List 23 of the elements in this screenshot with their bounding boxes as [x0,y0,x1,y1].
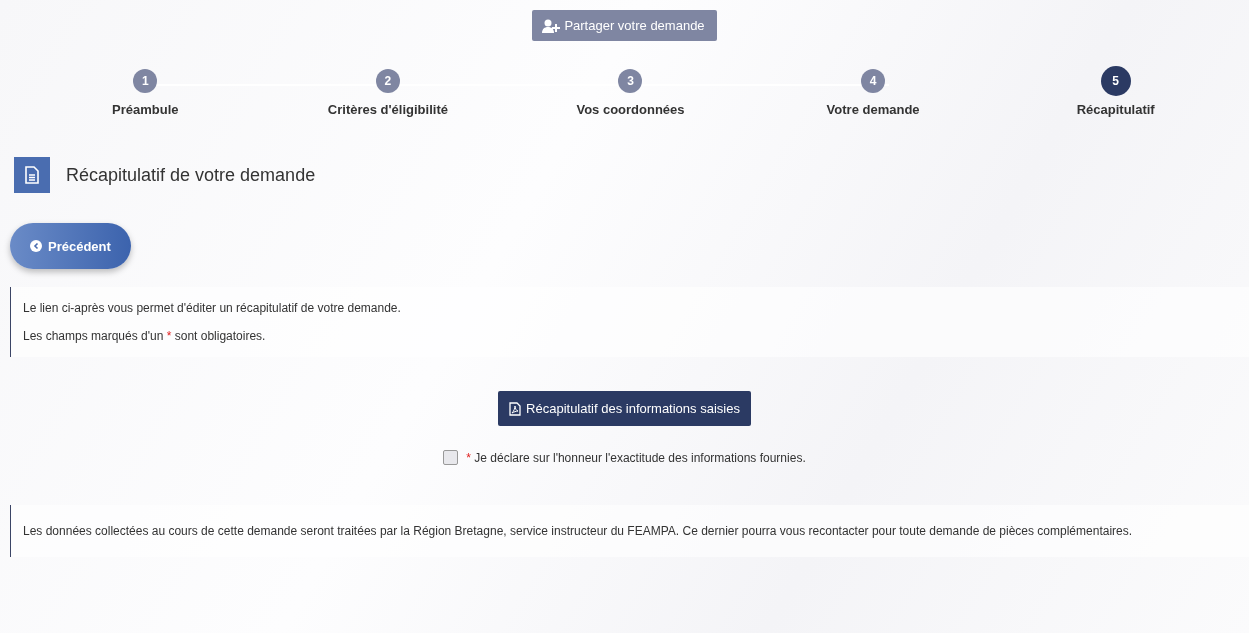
previous-button[interactable]: Précédent [10,223,131,269]
step-number[interactable]: 5 [1100,66,1131,96]
step-label: Votre demande [826,102,920,117]
step-number[interactable]: 3 [618,69,643,93]
step-label: Récapitulatif [1076,102,1155,117]
step-label: Vos coordonnées [576,102,685,117]
declaration-checkbox[interactable] [443,450,459,465]
declaration-label: * Je déclare sur l'honneur l'exactitude des informations fournies. [466,450,806,465]
step-label: Critères d'éligibilité [327,102,448,117]
share-button[interactable]: Partager votre demande [532,10,717,41]
add-user-icon [542,18,561,33]
summary-pdf-button[interactable]: Récapitulatif des informations saisies [498,391,751,426]
step-number[interactable]: 2 [375,69,400,93]
pdf-file-icon [509,401,522,416]
step-number[interactable]: 4 [861,69,886,93]
back-circle-icon [30,240,42,252]
step-number[interactable]: 1 [133,69,158,93]
info-text: Le lien ci-après vous permet d'éditer un récapitulatif de votre demande. [23,301,402,315]
required-fields-note: Les champs marqués d'un * sont obligatoires. [23,329,267,343]
notice-text: Les données collectées au cours de cette demande seront traitées par la Région Bretagne, service instructeur du FEAMPA. Ce dernier pourra vous recontacter pour toute demande de pièces complémentaires. [23,523,1134,540]
step-label: Préambule [112,102,179,117]
section-title: Récapitulatif de votre demande [66,164,316,186]
document-icon [14,157,50,193]
